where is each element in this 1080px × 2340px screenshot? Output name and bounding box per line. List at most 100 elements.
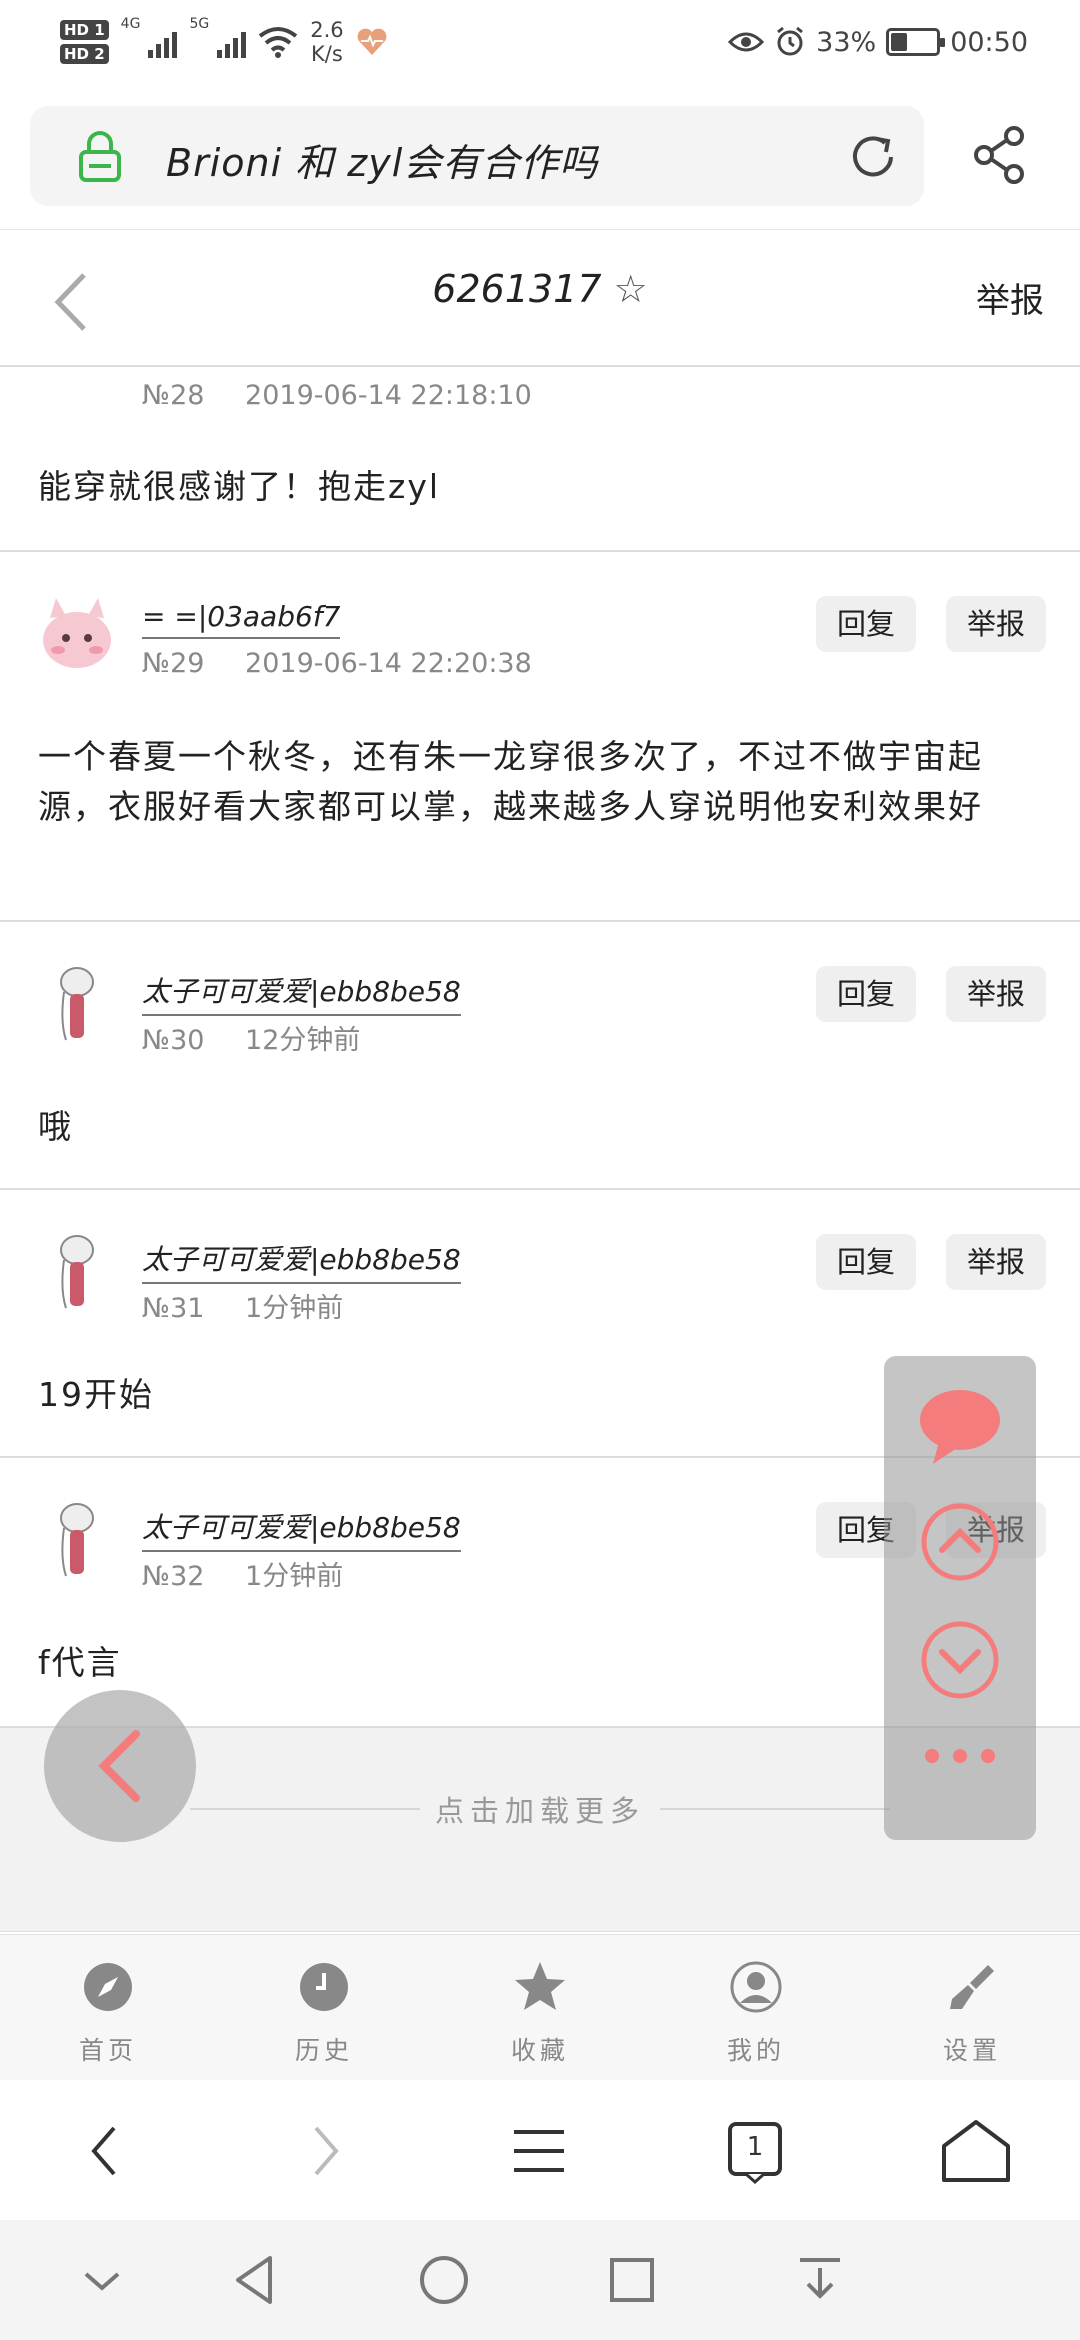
nav-history[interactable]: 历史 — [216, 1935, 432, 2080]
post-number: №31 — [142, 1293, 205, 1324]
nav-back-triangle-icon[interactable] — [224, 2248, 288, 2312]
report-button[interactable]: 举报 — [946, 1234, 1046, 1290]
nav-mine[interactable]: 我的 — [648, 1935, 864, 2080]
wifi-icon — [258, 27, 298, 58]
network-4g-label: 4G — [120, 16, 141, 32]
post-username[interactable]: 太子可可爱爱|ebb8be58 — [142, 970, 461, 1016]
more-dots-icon[interactable] — [918, 1736, 1002, 1776]
post-username[interactable]: = =|03aab6f7 — [142, 600, 341, 639]
avatar — [60, 1235, 94, 1309]
post-meta: №32 1分钟前 — [142, 1554, 343, 1593]
tab-count: 1 — [746, 2132, 764, 2162]
reply-button[interactable]: 回复 — [816, 596, 916, 652]
eye-icon — [728, 32, 765, 52]
battery-fill — [891, 33, 908, 51]
avatar — [60, 967, 94, 1041]
favorite-star-icon[interactable]: ☆ — [614, 267, 648, 311]
hd1-badge: HD 1 — [60, 20, 109, 40]
post-username[interactable]: 太子可可爱爱|ebb8be58 — [142, 1506, 461, 1552]
tabs-button[interactable]: 1 — [720, 2116, 790, 2186]
post-29: = =|03aab6f7 №29 2019-06-14 22:20:38 回复 … — [0, 552, 1080, 922]
thread-header: 6261317 ☆ 举报 — [0, 231, 1080, 367]
reply-button[interactable]: 回复 — [816, 1234, 916, 1290]
nav-favorites[interactable]: 收藏 — [432, 1935, 648, 2080]
post-content: 能穿就很感谢了！抱走zyl — [38, 467, 441, 506]
menu-icon[interactable] — [504, 2116, 574, 2186]
floating-action-panel — [884, 1356, 1036, 1840]
clock-time: 00:50 — [950, 26, 1028, 58]
nav-history-label: 历史 — [294, 2036, 353, 2065]
status-left: HD 1 HD 2 4G 5G 2.6 K/s — [60, 10, 388, 74]
thread-title: 6261317 ☆ — [0, 267, 1080, 311]
post-meta: №31 1分钟前 — [142, 1286, 343, 1325]
nav-home[interactable]: 首页 — [0, 1935, 216, 2080]
signal-bars-icon — [148, 26, 178, 58]
report-button[interactable]: 举报 — [946, 596, 1046, 652]
signal-bars-icon-2 — [217, 26, 247, 58]
nav-home-label: 首页 — [78, 2036, 137, 2065]
post-time: 2019-06-14 22:20:38 — [245, 648, 532, 679]
share-icon[interactable] — [970, 124, 1030, 186]
nav-settings[interactable]: 设置 — [864, 1935, 1080, 2080]
post-30: 太子可可爱爱|ebb8be58 №30 12分钟前 回复 举报 哦 — [0, 922, 1080, 1190]
post-username[interactable]: 太子可可爱爱|ebb8be58 — [142, 1238, 461, 1284]
scroll-up-icon[interactable] — [918, 1500, 1002, 1584]
nav-recents-square-icon[interactable] — [600, 2248, 664, 2312]
report-thread-button[interactable]: 举报 — [976, 273, 1044, 322]
home-icon[interactable] — [936, 2116, 1016, 2186]
download-icon[interactable] — [788, 2248, 852, 2312]
post-time: 1分钟前 — [245, 1293, 344, 1324]
health-heart-icon — [357, 28, 387, 55]
bottom-nav: 首页 历史 收藏 我的 设置 — [0, 1934, 1080, 2080]
hd2-badge: HD 2 — [60, 44, 109, 64]
comment-bubble-icon[interactable] — [915, 1384, 1005, 1468]
post-meta: №30 12分钟前 — [142, 1018, 360, 1057]
floating-back-button[interactable] — [44, 1690, 196, 1842]
collapse-chevron-icon[interactable] — [70, 2248, 134, 2312]
hd-indicators: HD 1 HD 2 — [60, 20, 109, 64]
nav-mine-label: 我的 — [726, 2036, 785, 2065]
post-time: 1分钟前 — [245, 1561, 344, 1592]
avatar — [60, 1503, 94, 1577]
speed-unit: K/s — [311, 42, 343, 66]
avatar — [43, 598, 111, 668]
system-nav-bar — [0, 2220, 1080, 2340]
post-number: №30 — [142, 1025, 205, 1056]
post-number: №32 — [142, 1561, 205, 1592]
alarm-icon — [777, 26, 804, 56]
nav-home-circle-icon[interactable] — [412, 2248, 476, 2312]
star-icon — [515, 1962, 565, 2010]
reload-icon[interactable] — [844, 128, 902, 186]
nav-settings-label: 设置 — [942, 2036, 1001, 2065]
divider-line — [660, 1808, 890, 1810]
post-time: 12分钟前 — [245, 1025, 361, 1056]
post-content: 一个春夏一个秋冬，还有朱一龙穿很多次了，不过不做宇宙起源，衣服好看大家都可以掌，… — [38, 737, 983, 826]
user-icon — [730, 1961, 782, 2013]
clock-icon — [300, 1963, 348, 2011]
report-button[interactable]: 举报 — [946, 966, 1046, 1022]
nav-favorites-label: 收藏 — [510, 2036, 569, 2065]
scroll-down-icon[interactable] — [918, 1618, 1002, 1702]
network-5g-label: 5G — [189, 16, 210, 32]
compass-icon — [84, 1963, 132, 2011]
address-url-text[interactable]: Brioni 和 zyl会有合作吗 — [166, 132, 598, 187]
status-bar: HD 1 HD 2 4G 5G 2.6 K/s 33% 00:50 — [0, 0, 1080, 84]
post-number: №29 — [142, 648, 205, 679]
status-right: 33% 00:50 — [728, 14, 1028, 70]
browser-toolbar: 1 — [0, 2080, 1080, 2220]
post-meta: №29 2019-06-14 22:20:38 — [142, 648, 532, 679]
post-content: 哦 — [38, 1107, 73, 1146]
toolbar-forward-icon[interactable] — [288, 2116, 358, 2186]
toolbar-back-icon[interactable] — [72, 2116, 142, 2186]
battery-icon — [886, 28, 946, 56]
battery-percent: 33% — [816, 26, 877, 58]
address-bar[interactable]: Brioni 和 zyl会有合作吗 — [30, 106, 924, 206]
address-bar-area: Brioni 和 zyl会有合作吗 — [0, 84, 1080, 230]
brush-icon — [950, 1965, 994, 2009]
network-speed: 2.6 K/s — [310, 18, 343, 66]
post-number: №28 — [142, 380, 205, 411]
lock-icon — [79, 131, 121, 182]
post-time: 2019-06-14 22:18:10 — [245, 380, 532, 411]
reply-button[interactable]: 回复 — [816, 966, 916, 1022]
post-meta: №28 2019-06-14 22:18:10 — [142, 380, 532, 411]
